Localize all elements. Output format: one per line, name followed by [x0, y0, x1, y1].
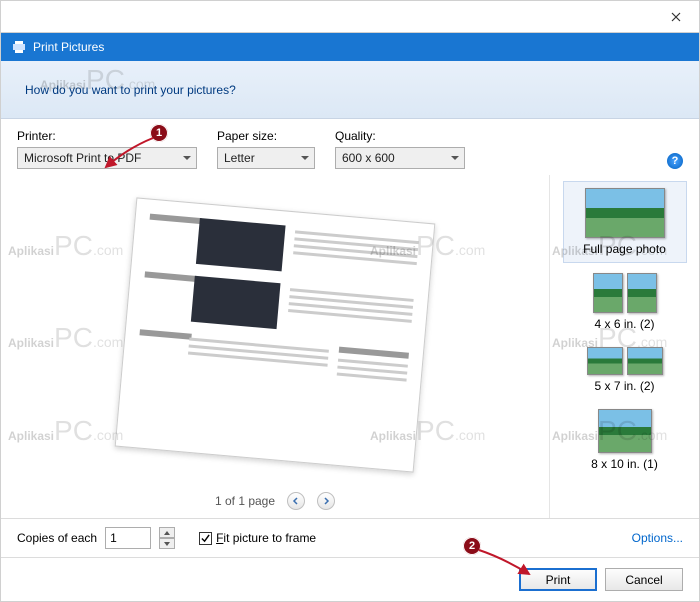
toolbar: Printer: Microsoft Print to PDF Paper si… — [1, 119, 699, 175]
titlebar — [1, 1, 699, 33]
quality-field: Quality: 600 x 600 — [335, 129, 465, 169]
print-button[interactable]: Print — [519, 568, 597, 591]
chevron-right-icon — [322, 497, 330, 505]
options-link[interactable]: Options... — [632, 531, 683, 545]
preview-page — [115, 197, 436, 472]
pager: 1 of 1 page — [215, 484, 335, 514]
layout-5x7[interactable]: 5 x 7 in. (2) — [563, 341, 687, 399]
preview-pane: 1 of 1 page — [1, 175, 549, 518]
layout-full-page[interactable]: Full page photo — [563, 181, 687, 263]
body: 1 of 1 page Full page photo 4 x 6 in. (2… — [1, 175, 699, 518]
pager-prev-button[interactable] — [287, 492, 305, 510]
bottombar: Copies of each Fit picture to frame Opti… — [1, 518, 699, 557]
layout-label: 8 x 10 in. (1) — [567, 457, 683, 471]
printer-dropdown[interactable]: Microsoft Print to PDF — [17, 147, 197, 169]
header: Print Pictures — [1, 33, 699, 61]
layout-4x6[interactable]: 4 x 6 in. (2) — [563, 267, 687, 337]
layout-8x10[interactable]: 8 x 10 in. (1) — [563, 403, 687, 477]
checkbox-icon — [199, 532, 212, 545]
pager-text: 1 of 1 page — [215, 494, 275, 508]
quality-dropdown[interactable]: 600 x 600 — [335, 147, 465, 169]
chevron-down-icon — [164, 542, 170, 546]
layout-label: Full page photo — [568, 242, 682, 256]
copies-up-button[interactable] — [159, 527, 175, 538]
fit-to-frame-checkbox[interactable]: Fit picture to frame — [199, 531, 316, 545]
copies-input[interactable] — [105, 527, 151, 549]
paper-field: Paper size: Letter — [217, 129, 315, 169]
footer: Print Cancel — [1, 557, 699, 601]
printer-field: Printer: Microsoft Print to PDF — [17, 129, 197, 169]
chevron-up-icon — [164, 531, 170, 535]
print-pictures-dialog: Print Pictures How do you want to print … — [0, 0, 700, 602]
pager-next-button[interactable] — [317, 492, 335, 510]
fit-label-rest: it picture to frame — [223, 531, 316, 545]
quality-label: Quality: — [335, 129, 465, 143]
layout-label: 4 x 6 in. (2) — [567, 317, 683, 331]
layout-label: 5 x 7 in. (2) — [567, 379, 683, 393]
help-icon[interactable]: ? — [667, 153, 683, 169]
copies-spinner — [159, 527, 175, 549]
printer-icon — [11, 39, 27, 55]
printer-label: Printer: — [17, 129, 197, 143]
copies-label: Copies of each — [17, 531, 97, 545]
chevron-left-icon — [292, 497, 300, 505]
close-button[interactable] — [653, 1, 699, 33]
banner: How do you want to print your pictures? — [1, 61, 699, 119]
copies-group: Copies of each — [17, 527, 175, 549]
cancel-button[interactable]: Cancel — [605, 568, 683, 591]
paper-label: Paper size: — [217, 129, 315, 143]
paper-dropdown[interactable]: Letter — [217, 147, 315, 169]
close-icon — [671, 12, 681, 22]
copies-down-button[interactable] — [159, 538, 175, 549]
layout-sidebar[interactable]: Full page photo 4 x 6 in. (2) 5 x 7 in. … — [549, 175, 699, 518]
banner-heading: How do you want to print your pictures? — [25, 83, 236, 97]
preview-canvas — [11, 185, 539, 484]
header-title: Print Pictures — [33, 40, 104, 54]
